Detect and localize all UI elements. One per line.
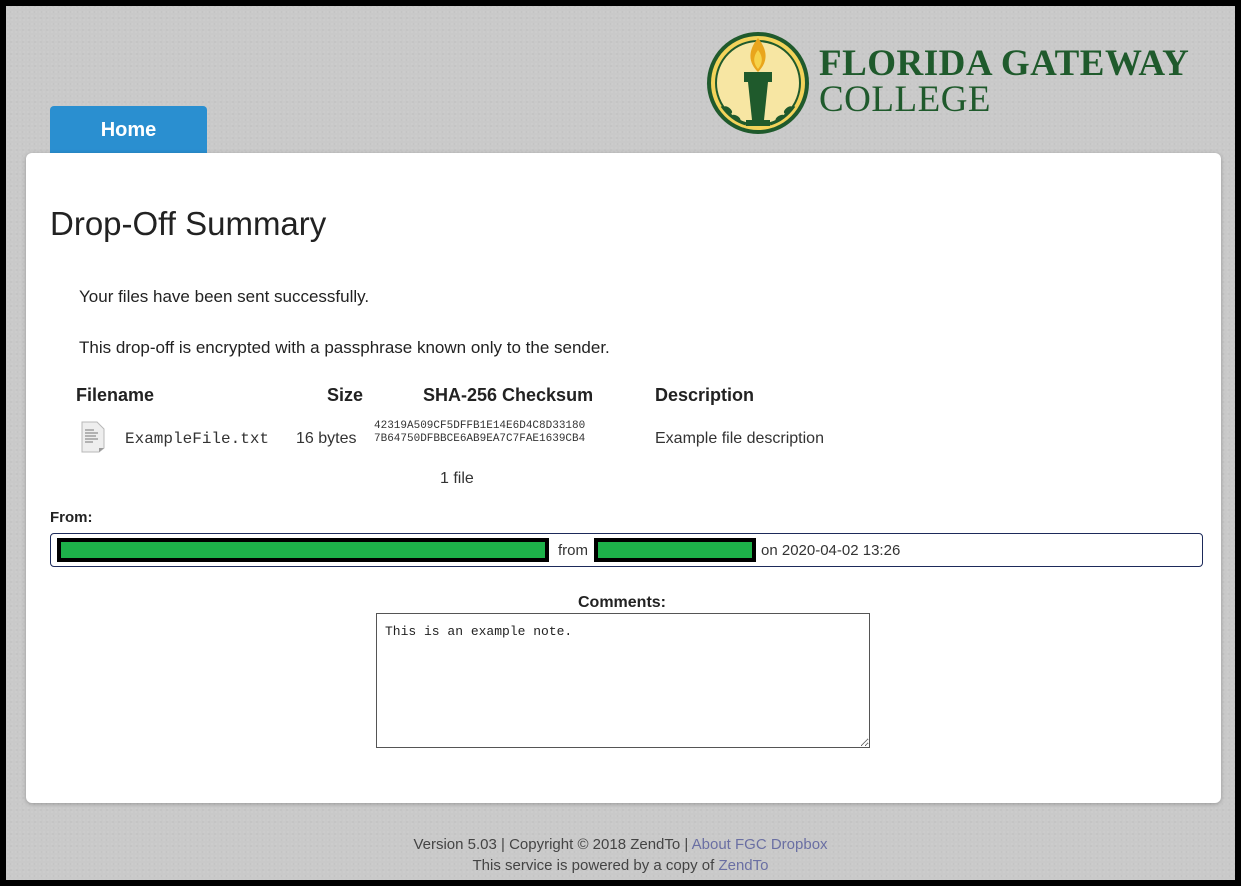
file-count: 1 file <box>440 470 474 487</box>
footer-powered: This service is powered by a copy of <box>472 857 715 874</box>
redacted-sender-host <box>594 538 756 562</box>
from-field: from on 2020-04-02 13:26 <box>50 533 1203 567</box>
file-size: 16 bytes <box>296 430 357 447</box>
from-label: From: <box>50 509 93 526</box>
footer: Version 5.03 | Copyright © 2018 ZendTo |… <box>6 834 1235 876</box>
text-file-icon[interactable] <box>81 421 105 453</box>
tab-home[interactable]: Home <box>50 106 207 154</box>
comments-label: Comments: <box>578 594 667 611</box>
about-link[interactable]: About FGC Dropbox <box>692 836 828 853</box>
logo-line-1: FLORIDA GATEWAY <box>819 43 1190 84</box>
torch-seal-icon <box>707 32 809 134</box>
comments-textarea[interactable]: This is an example note. <box>376 613 870 748</box>
college-logo[interactable]: FLORIDA GATEWAY COLLEGE <box>706 26 1226 144</box>
zendto-link[interactable]: ZendTo <box>718 857 768 874</box>
file-checksum: 42319A509CF5DFFB1E14E6D4C8D33180 7B64750… <box>374 420 585 446</box>
page-title: Drop-Off Summary <box>50 205 327 242</box>
column-header-size: Size <box>327 385 364 405</box>
column-header-description: Description <box>655 385 755 405</box>
footer-line-1: Version 5.03 | Copyright © 2018 ZendTo |… <box>6 834 1235 855</box>
success-message: Your files have been sent successfully. <box>79 287 370 306</box>
browser-viewport: FLORIDA GATEWAY COLLEGE Home Drop-Off Su… <box>6 6 1235 880</box>
footer-line-2: This service is powered by a copy of Zen… <box>6 855 1235 876</box>
from-date: on 2020-04-02 13:26 <box>761 542 901 559</box>
footer-version: Version 5.03 | Copyright © 2018 ZendTo | <box>413 836 689 853</box>
column-header-checksum: SHA-256 Checksum <box>423 385 594 405</box>
file-name-link[interactable]: ExampleFile.txt <box>125 430 269 448</box>
redacted-sender-name <box>57 538 549 562</box>
file-description: Example file description <box>655 430 824 447</box>
logo-wordmark: FLORIDA GATEWAY COLLEGE <box>819 43 1190 120</box>
from-connector: from <box>558 542 588 559</box>
encryption-message: This drop-off is encrypted with a passph… <box>79 338 610 357</box>
checksum-line-2: 7B64750DFBBCE6AB9EA7C7FAE1639CB4 <box>374 433 586 445</box>
logo-line-2: COLLEGE <box>819 79 992 120</box>
main-content-card: Drop-Off Summary Your files have been se… <box>26 153 1221 803</box>
checksum-line-1: 42319A509CF5DFFB1E14E6D4C8D33180 <box>374 420 586 432</box>
column-header-filename: Filename <box>76 385 155 405</box>
